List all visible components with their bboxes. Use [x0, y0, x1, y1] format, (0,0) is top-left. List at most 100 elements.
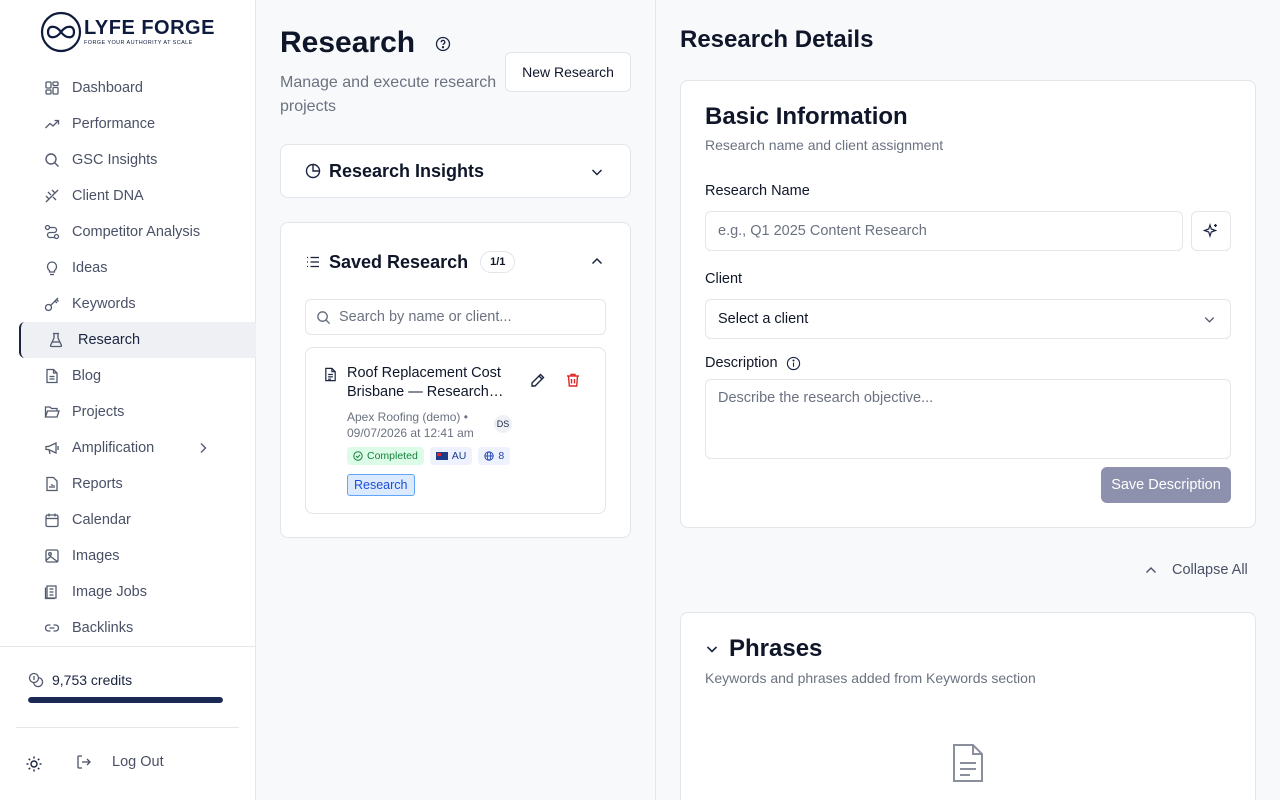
sidebar-item-amplification[interactable]: Amplification	[0, 430, 256, 466]
brand-logo[interactable]: LYFE FORGE FORGE YOUR AUTHORITY AT SCALE	[40, 11, 215, 53]
chevron-up-icon[interactable]	[590, 254, 604, 268]
collapse-all-button[interactable]: Collapse All	[1144, 562, 1248, 578]
sidebar-item-label: Client DNA	[72, 188, 144, 204]
research-name-label: Research Name	[705, 183, 810, 199]
logout-button[interactable]: Log Out	[76, 754, 164, 770]
sidebar-divider	[0, 646, 256, 647]
help-circle-icon[interactable]	[435, 36, 451, 52]
sidebar-nav: Dashboard Performance GSC Insights Clien…	[0, 70, 256, 646]
link-icon	[44, 624, 60, 632]
research-item-title-line: Roof Replacement Cost	[347, 365, 501, 381]
info-icon[interactable]	[786, 356, 801, 371]
saved-research-panel: Saved Research 1/1 Roof Replacement Cost…	[280, 222, 631, 538]
collapse-all-label: Collapse All	[1172, 562, 1248, 578]
chevron-right-icon[interactable]	[196, 441, 210, 455]
brand-name: LYFE FORGE	[84, 17, 215, 39]
client-select-value: Select a client	[718, 311, 809, 327]
sidebar-item-label: Calendar	[72, 512, 131, 528]
sidebar-item-projects[interactable]: Projects	[0, 394, 256, 430]
image-jobs-icon	[44, 585, 57, 600]
search-input[interactable]	[339, 309, 589, 325]
client-label: Client	[705, 271, 742, 287]
image-icon	[45, 549, 59, 563]
sidebar-item-competitor-analysis[interactable]: Competitor Analysis	[0, 214, 256, 250]
lightbulb-icon	[46, 261, 58, 276]
research-list-item[interactable]: Roof Replacement Cost Brisbane — Researc…	[305, 347, 606, 514]
sidebar-item-image-jobs[interactable]: Image Jobs	[0, 574, 256, 610]
saved-research-header: Saved Research 1/1	[305, 251, 516, 273]
phrases-card: Phrases Keywords and phrases added from …	[680, 612, 1256, 800]
sidebar-item-dashboard[interactable]: Dashboard	[0, 70, 256, 106]
avatar: DS	[494, 415, 512, 433]
client-select[interactable]: Select a client	[705, 299, 1231, 339]
saved-research-title: Saved Research	[329, 251, 469, 272]
sidebar-item-label: Reports	[72, 476, 123, 492]
description-textarea[interactable]	[718, 390, 1230, 450]
sites-badge: 8	[478, 447, 511, 465]
sidebar-item-label: Competitor Analysis	[72, 224, 201, 240]
sidebar-item-label: Ideas	[72, 260, 108, 276]
research-insights-title: Research Insights	[329, 160, 485, 181]
sidebar-item-calendar[interactable]: Calendar	[0, 502, 256, 538]
new-research-button[interactable]: New Research	[505, 52, 631, 92]
coins-icon	[28, 672, 44, 688]
sidebar-item-label: Amplification	[72, 440, 155, 456]
pencil-icon[interactable]	[529, 372, 546, 389]
sidebar-item-gsc-insights[interactable]: GSC Insights	[0, 142, 256, 178]
search-icon	[45, 153, 59, 167]
sidebar-item-keywords[interactable]: Keywords	[0, 286, 256, 322]
research-item-badges: Completed AU 8	[347, 447, 511, 465]
sidebar-item-reports[interactable]: Reports	[0, 466, 256, 502]
chevron-down-icon[interactable]	[590, 165, 604, 179]
country-badge: AU	[429, 447, 473, 465]
calendar-icon	[45, 513, 59, 528]
client-label-text: Client	[705, 271, 743, 287]
sparkle-icon	[1203, 223, 1218, 238]
research-name-label-text: Research Name	[705, 183, 810, 199]
trending-up-icon	[45, 119, 60, 129]
sidebar-item-label: Research	[78, 332, 141, 348]
page-subtitle: Manage and execute research projects	[280, 74, 497, 115]
sidebar-item-blog[interactable]: Blog	[0, 358, 256, 394]
description-label: Description	[705, 355, 801, 371]
phrases-toggle[interactable]: Phrases	[705, 635, 822, 663]
research-item-client: Apex Roofing (demo) •	[347, 410, 468, 424]
credits-display: 9,753 credits	[28, 672, 132, 688]
phrases-title: Phrases	[729, 635, 823, 662]
save-description-button[interactable]: Save Description	[1101, 467, 1231, 503]
sidebar-item-label: Image Jobs	[72, 584, 147, 600]
megaphone-icon	[45, 441, 59, 455]
list-icon	[307, 256, 319, 268]
research-details-panel: Research Details Basic Information Resea…	[656, 0, 1280, 800]
research-item-meta: Apex Roofing (demo) • 09/07/2026 at 12:4…	[347, 409, 487, 441]
basic-information-card: Basic Information Research name and clie…	[680, 80, 1256, 528]
trash-icon[interactable]	[565, 372, 581, 388]
research-insights-panel[interactable]: Research Insights	[280, 144, 631, 198]
sidebar-item-client-dna[interactable]: Client DNA	[0, 178, 256, 214]
chevron-down-icon	[1204, 317, 1215, 323]
folder-open-icon	[44, 406, 60, 418]
basic-information-subtitle: Research name and client assignment	[705, 137, 944, 153]
globe-icon	[484, 451, 495, 461]
sidebar-item-images[interactable]: Images	[0, 538, 256, 574]
sidebar-item-label: Performance	[72, 116, 156, 132]
theme-toggle-sun-icon[interactable]	[25, 755, 43, 773]
credits-progress-fill	[28, 697, 223, 703]
sidebar-divider	[16, 727, 239, 728]
sidebar-item-performance[interactable]: Performance	[0, 106, 256, 142]
research-type-tag: Research	[347, 474, 415, 496]
ai-generate-button[interactable]	[1191, 211, 1231, 251]
research-list-panel: Research Manage and execute research pro…	[256, 0, 656, 800]
sidebar-item-ideas[interactable]: Ideas	[0, 250, 256, 286]
sidebar-item-backlinks[interactable]: Backlinks	[0, 610, 256, 646]
research-name-input[interactable]	[718, 223, 1182, 239]
description-label-text: Description	[705, 355, 778, 371]
sidebar-item-research[interactable]: Research	[19, 322, 256, 358]
dna-icon	[45, 189, 59, 203]
australia-flag-icon	[435, 452, 448, 460]
saved-research-count-badge: 1/1	[480, 251, 516, 273]
flask-icon	[49, 332, 63, 348]
pie-chart-icon	[305, 163, 321, 179]
logout-label: Log Out	[112, 754, 164, 770]
research-item-title: Roof Replacement Cost Brisbane — Researc…	[347, 364, 512, 402]
